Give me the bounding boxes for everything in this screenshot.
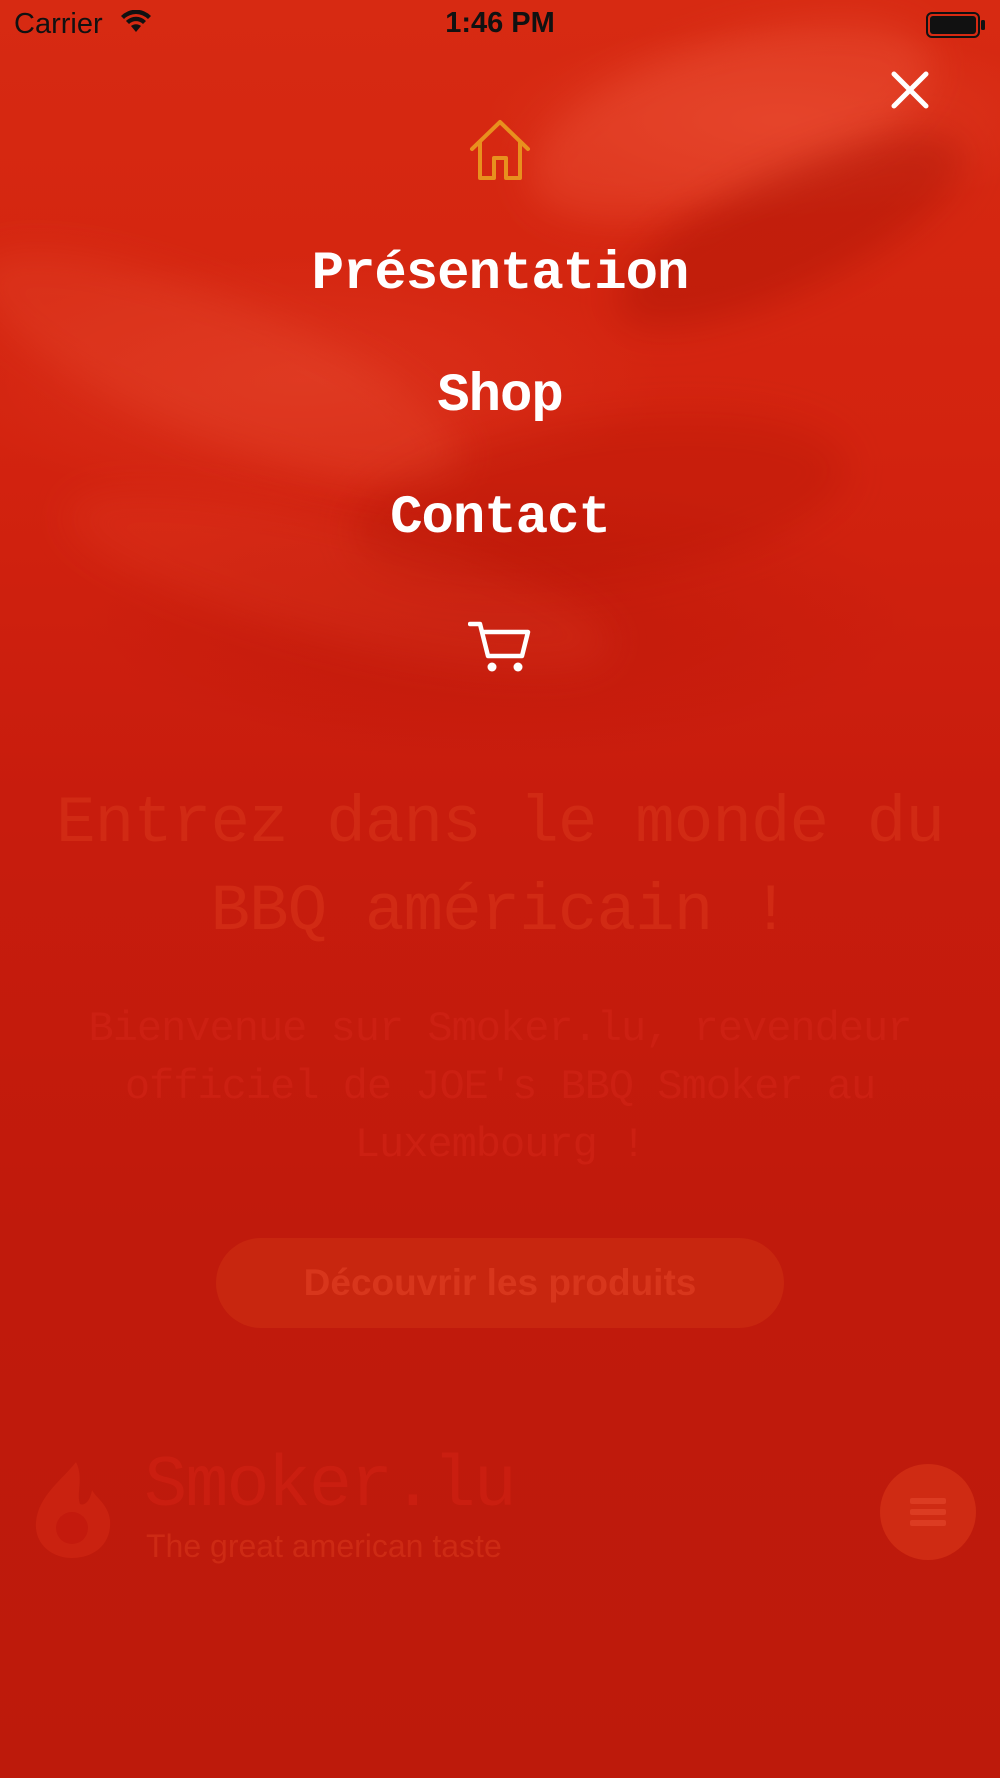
menu-item-shop-link[interactable]: Shop xyxy=(437,366,564,427)
hero-title: Entrez dans le monde du BBQ américain ! xyxy=(56,786,945,949)
brand-tagline: The great american taste xyxy=(146,1528,502,1564)
home-button[interactable] xyxy=(460,112,540,192)
menu-item-presentation: Présentation xyxy=(0,240,1000,310)
menu-item-presentation-link[interactable]: Présentation xyxy=(312,244,690,305)
menu-item-shop: Shop xyxy=(0,362,1000,432)
home-icon xyxy=(468,118,532,187)
close-menu-button[interactable] xyxy=(880,62,940,122)
menu-item-contact-link[interactable]: Contact xyxy=(390,488,611,549)
cart-icon xyxy=(467,618,532,679)
flame-icon xyxy=(32,1460,114,1565)
cart-button[interactable] xyxy=(462,616,538,680)
brand-name: Smoker.lu xyxy=(144,1445,517,1527)
menu-item-contact: Contact xyxy=(0,484,1000,554)
screen: Carrier 1:46 PM Entrez dans le monde du … xyxy=(0,0,1000,1778)
close-icon xyxy=(890,70,930,115)
hamburger-icon xyxy=(910,1493,946,1531)
discover-products-button[interactable]: Découvrir les produits xyxy=(216,1238,784,1328)
hamburger-menu-button[interactable] xyxy=(880,1464,976,1560)
hero-subtitle: Bienvenue sur Smoker.lu, revendeur offic… xyxy=(88,1005,913,1169)
